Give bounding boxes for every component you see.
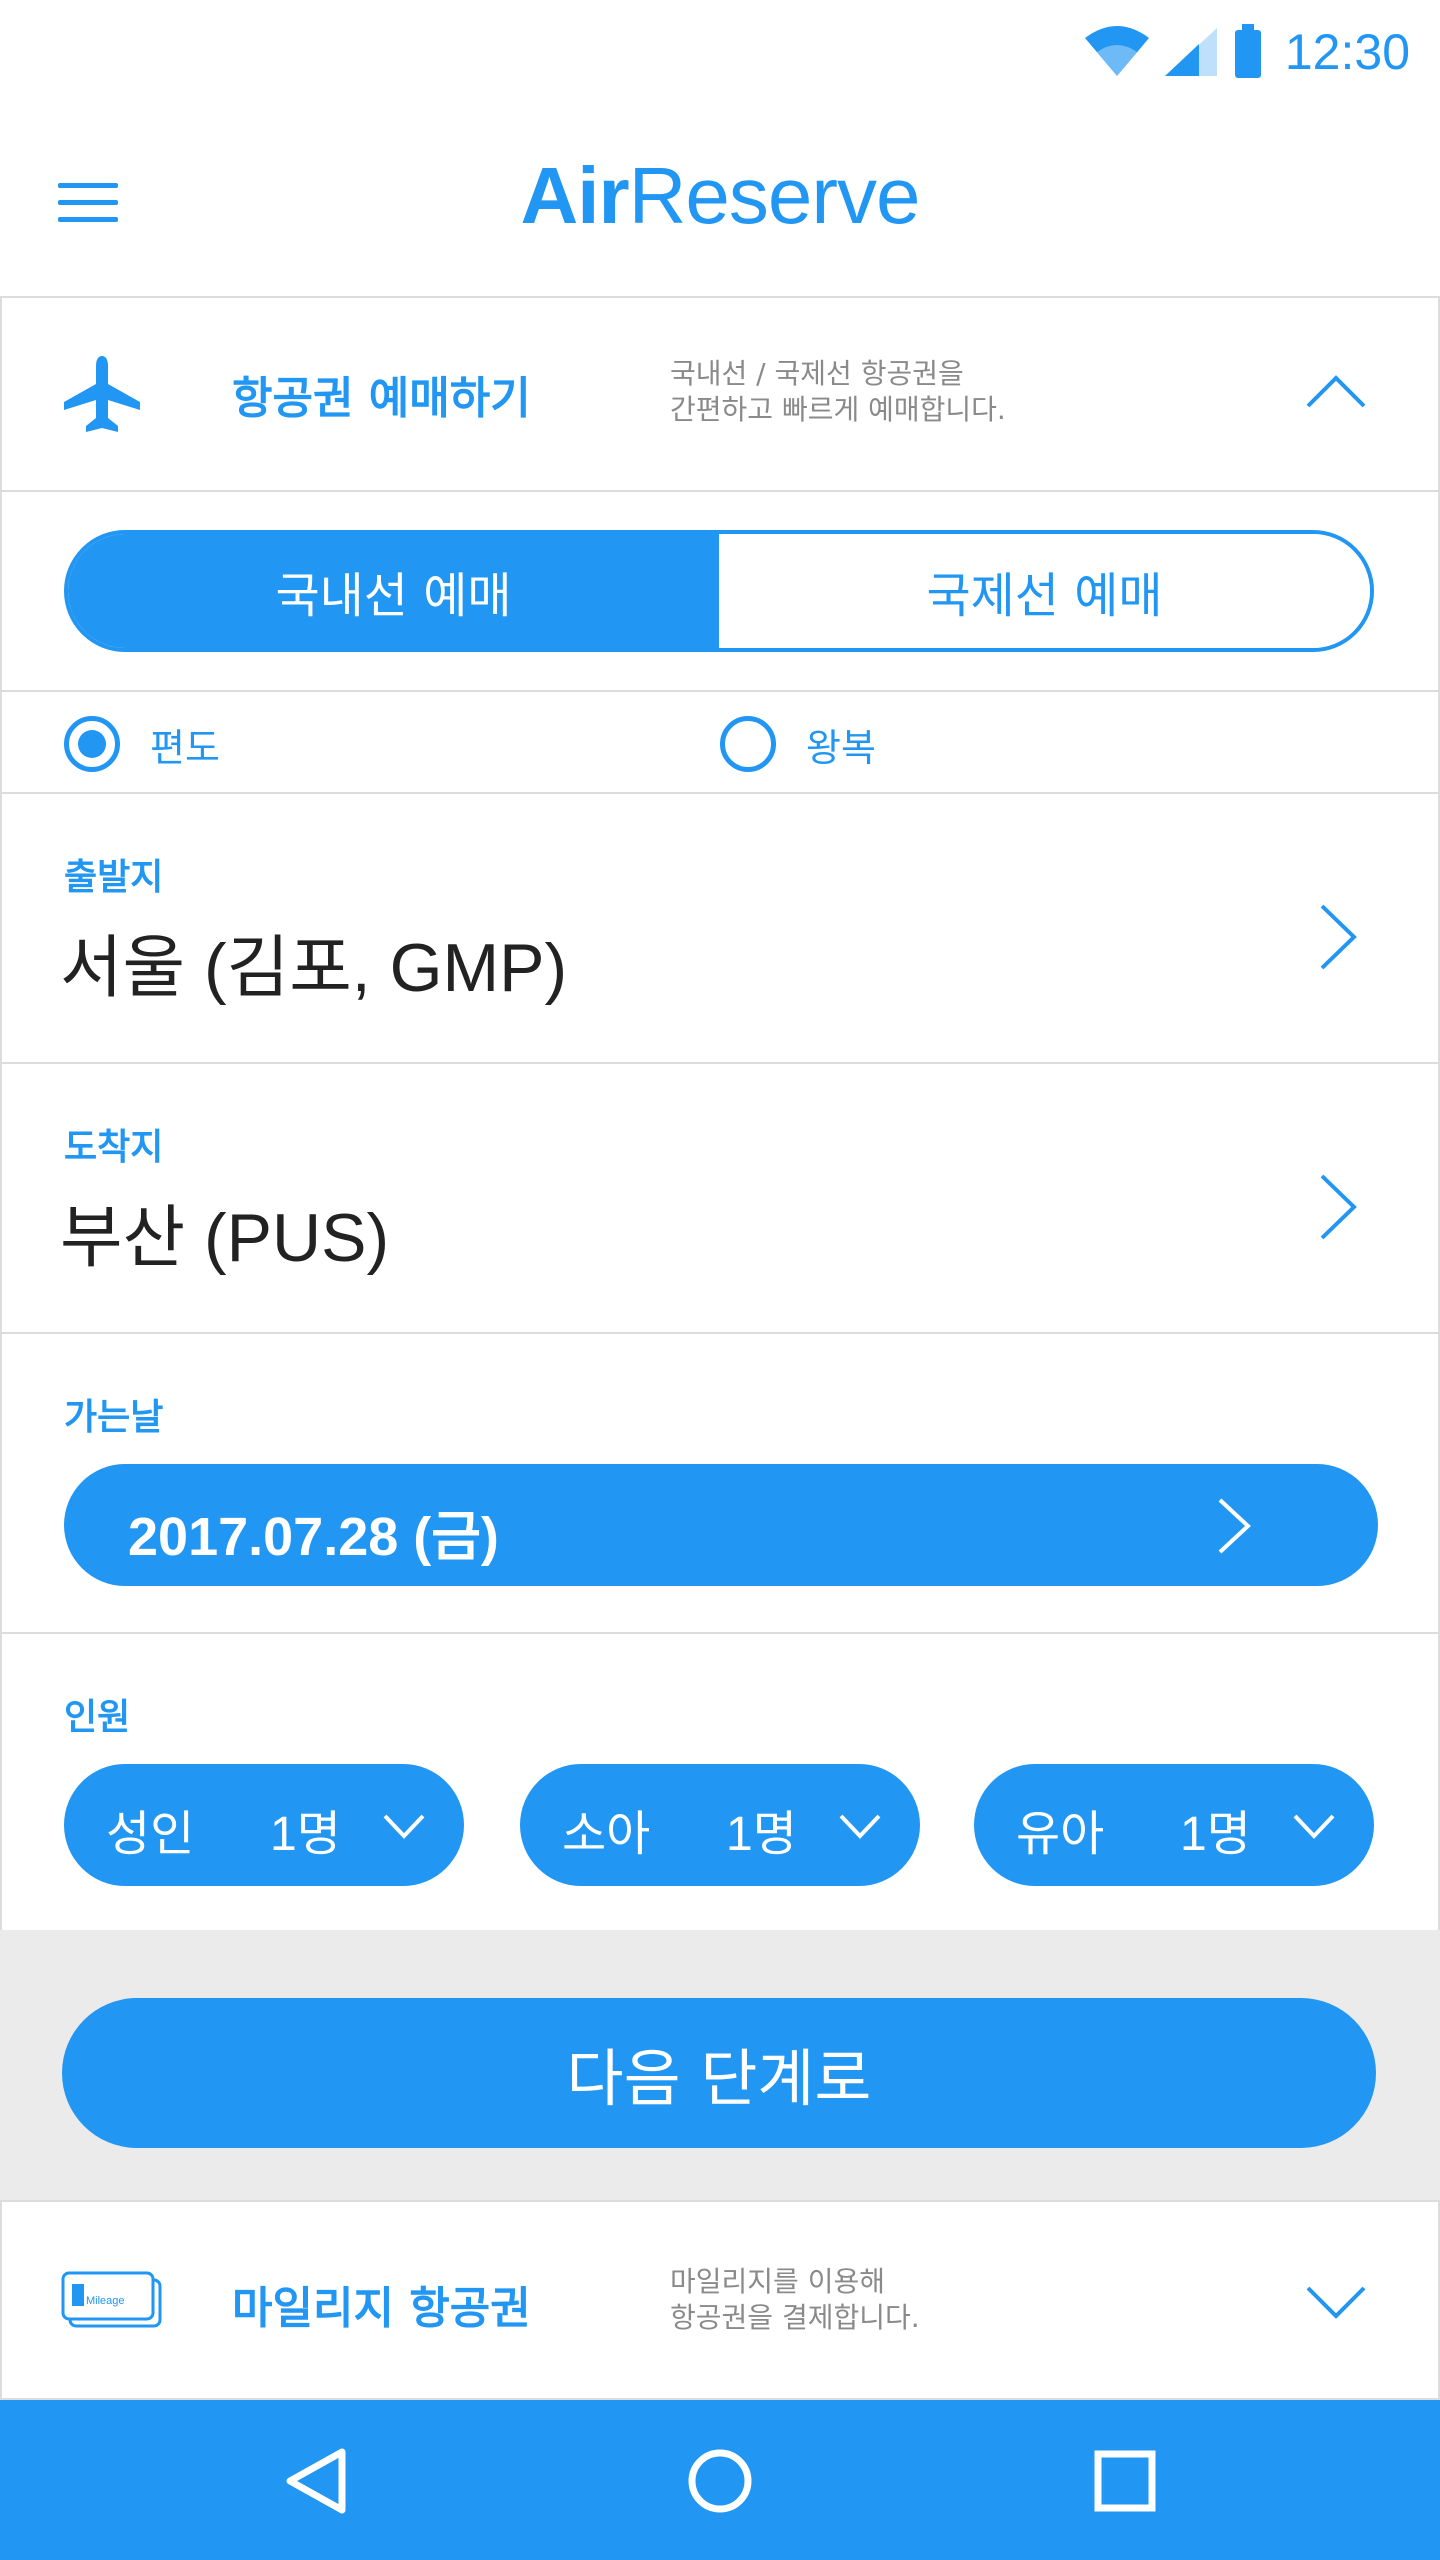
system-navigation-bar	[0, 2400, 1440, 2560]
battery-icon	[1234, 24, 1261, 78]
tab-international[interactable]: 국제선 예매	[719, 534, 1370, 648]
action-band: 다음 단계로	[0, 1930, 1440, 2200]
arrival-field[interactable]: 도착지 부산 (PUS)	[2, 1062, 1438, 1332]
app-bar: AirReserve	[0, 106, 1440, 296]
mileage-card-icon: Mileage	[61, 2271, 162, 2328]
radio-one-way[interactable]: 편도	[64, 716, 220, 772]
infant-label: 유아	[1016, 1806, 1105, 1862]
radio-circle	[720, 716, 776, 772]
next-step-button[interactable]: 다음 단계로	[62, 1998, 1376, 2148]
mileage-section-title: 마일리지 항공권	[232, 2283, 531, 2334]
booking-section-title: 항공권 예매하기	[232, 373, 531, 424]
mileage-section-header[interactable]: Mileage 마일리지 항공권 마일리지를 이용해 항공권을 결제합니다.	[0, 2200, 1440, 2400]
radio-one-way-label: 편도	[150, 725, 220, 770]
radio-round-trip[interactable]: 왕복	[720, 716, 876, 772]
departure-value: 서울 (김포, GMP)	[60, 930, 568, 1006]
booking-section-description: 국내선 / 국제선 항공권을 간편하고 빠르게 예매합니다.	[670, 356, 1110, 428]
date-label: 가는날	[64, 1397, 164, 1438]
chevron-down-icon	[383, 1814, 425, 1839]
infant-count-dropdown[interactable]: 유아 1명	[974, 1764, 1374, 1886]
passengers-label: 인원	[64, 1697, 131, 1738]
date-value: 2017.07.28 (금)	[128, 1507, 499, 1567]
radio-circle-selected	[64, 716, 120, 772]
back-icon[interactable]	[282, 2446, 352, 2516]
child-count-dropdown[interactable]: 소아 1명	[520, 1764, 920, 1886]
radio-round-trip-label: 왕복	[806, 725, 876, 770]
chevron-down-icon[interactable]	[1304, 2268, 1368, 2332]
signal-icon	[1164, 28, 1217, 76]
radio-dot	[78, 730, 106, 758]
booking-desc-line-2: 간편하고 빠르게 예매합니다.	[670, 393, 1006, 426]
booking-section-header[interactable]: 항공권 예매하기 국내선 / 국제선 항공권을 간편하고 빠르게 예매합니다.	[2, 298, 1438, 490]
chevron-right-icon	[1320, 1174, 1357, 1240]
wifi-icon	[1084, 26, 1149, 76]
mileage-desc-line-1: 마일리지를 이용해	[670, 2265, 885, 2298]
booking-card: 항공권 예매하기 국내선 / 국제선 항공권을 간편하고 빠르게 예매합니다. …	[0, 296, 1440, 1932]
status-icons: 12:30	[1084, 22, 1410, 82]
departure-label: 출발지	[64, 857, 164, 898]
chevron-down-icon	[1293, 1814, 1335, 1839]
arrival-value: 부산 (PUS)	[60, 1200, 390, 1276]
arrival-label: 도착지	[64, 1127, 164, 1168]
status-time: 12:30	[1284, 24, 1410, 80]
date-field: 가는날 2017.07.28 (금)	[2, 1332, 1438, 1632]
infant-count: 1명	[1180, 1808, 1251, 1861]
airplane-icon	[64, 356, 140, 432]
trip-type-row: 편도 왕복	[2, 690, 1438, 792]
child-label: 소아	[562, 1806, 651, 1862]
booking-desc-line-1: 국내선 / 국제선 항공권을	[670, 357, 964, 390]
mileage-desc-line-2: 항공권을 결제합니다.	[670, 2301, 920, 2334]
chevron-up-icon[interactable]	[1304, 362, 1368, 426]
app-title-bold: Air	[520, 151, 629, 240]
tab-domestic[interactable]: 국내선 예매	[68, 534, 719, 648]
flight-type-row: 국내선 예매 국제선 예매	[2, 490, 1438, 690]
status-bar: 12:30	[0, 0, 1440, 106]
flight-type-toggle: 국내선 예매 국제선 예매	[64, 530, 1374, 652]
chevron-right-icon	[1320, 904, 1357, 970]
adult-label: 성인	[106, 1806, 195, 1862]
chevron-right-icon	[1218, 1498, 1251, 1554]
recent-apps-icon[interactable]	[1090, 2446, 1160, 2516]
departure-field[interactable]: 출발지 서울 (김포, GMP)	[2, 792, 1438, 1062]
date-picker-button[interactable]: 2017.07.28 (금)	[64, 1464, 1378, 1586]
app-title: AirReserve	[0, 150, 1440, 242]
mileage-card-icon-text: Mileage	[86, 2295, 125, 2307]
mileage-section-description: 마일리지를 이용해 항공권을 결제합니다.	[670, 2264, 1110, 2336]
adult-count-dropdown[interactable]: 성인 1명	[64, 1764, 464, 1886]
child-count: 1명	[726, 1808, 797, 1861]
adult-count: 1명	[270, 1808, 341, 1861]
passengers-field: 인원 성인 1명 소아 1명 유아 1명	[2, 1632, 1438, 1932]
chevron-down-icon	[839, 1814, 881, 1839]
app-title-regular: Reserve	[628, 151, 921, 240]
home-icon[interactable]	[685, 2446, 755, 2516]
